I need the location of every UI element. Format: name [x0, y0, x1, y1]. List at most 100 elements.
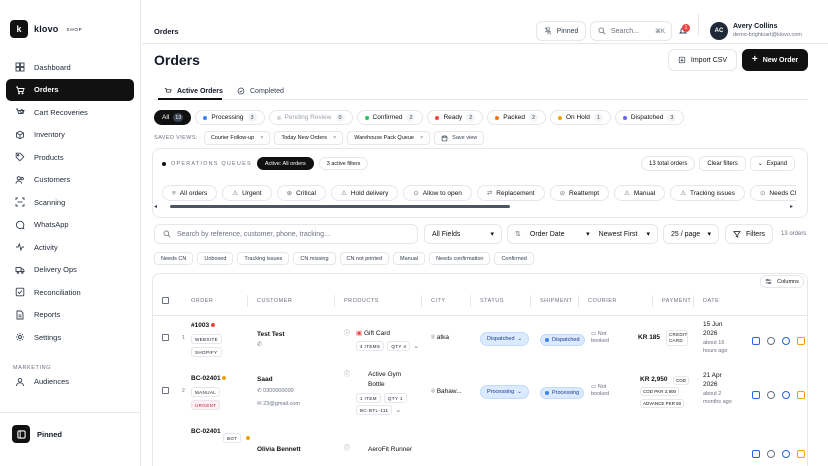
queue-chip-all-orders[interactable]: ≡ All orders — [162, 185, 218, 201]
queue-chip-hold-delivery[interactable]: ⚠ Hold delivery — [330, 185, 399, 201]
scroll-right-icon[interactable]: ▸ — [790, 203, 793, 210]
pinned-toggle-button[interactable]: Pinned — [536, 21, 586, 41]
queue-scrollbar[interactable] — [170, 205, 510, 208]
queue-chip-urgent[interactable]: ⚠ Urgent — [222, 185, 272, 201]
sidebar-item-settings[interactable]: Settings — [6, 326, 134, 349]
filters-button[interactable]: Filters — [725, 224, 773, 244]
sidebar-item-cart-recoveries[interactable]: Cart Recoveries — [6, 101, 134, 124]
sidebar-item-reconciliation[interactable]: Reconciliation — [6, 281, 134, 304]
column-header-payment[interactable]: PAYMENT — [662, 298, 691, 304]
import-csv-button[interactable]: Import CSV — [668, 49, 737, 71]
avatar[interactable]: AC — [710, 22, 728, 40]
sidebar-item-audiences[interactable]: Audiences — [6, 371, 134, 394]
customer-name[interactable]: Test Test — [257, 331, 285, 338]
x-circle-icon[interactable] — [767, 391, 775, 399]
status-pill-ready[interactable]: Ready 2 — [427, 110, 484, 125]
pinned-button[interactable]: Pinned — [12, 425, 62, 443]
column-header-city[interactable]: CITY — [431, 298, 446, 304]
column-header-status[interactable]: STATUS — [480, 298, 504, 304]
column-header-customer[interactable]: CUSTOMER — [257, 298, 292, 304]
column-header-courier[interactable]: COURIER — [588, 298, 617, 304]
sidebar-item-whatsapp[interactable]: WhatsApp — [6, 214, 134, 237]
close-icon[interactable]: × — [420, 135, 423, 141]
sidebar-item-delivery-ops[interactable]: Delivery Ops — [6, 259, 134, 282]
global-search[interactable]: Search... ⌘K — [590, 21, 672, 41]
expand-button[interactable]: ⌄ Expand — [749, 156, 796, 171]
status-pill-processing[interactable]: Processing 3 — [195, 110, 265, 125]
saved-view-chip[interactable]: Today New Orders × — [274, 131, 344, 145]
active-filters-badge[interactable]: 3 active filters — [318, 157, 369, 170]
note-icon[interactable] — [797, 337, 805, 345]
saved-view-chip[interactable]: Courier Follow-up × — [203, 131, 271, 145]
chevron-down-icon[interactable]: ⌄ — [395, 406, 401, 414]
tab-active-orders[interactable]: Active Orders — [164, 84, 223, 98]
new-order-button[interactable]: + New Order — [742, 49, 808, 71]
page-size-select[interactable]: 25 / page ▾ — [663, 224, 719, 244]
quick-filter-cn-not-printed[interactable]: CN not printed — [339, 252, 390, 265]
queue-chip-tracking-issues[interactable]: ⚠ Tracking issues — [670, 185, 745, 201]
row-checkbox[interactable] — [162, 334, 169, 341]
sidebar-item-reports[interactable]: Reports — [6, 304, 134, 327]
column-header-shipment[interactable]: SHIPMENT — [540, 298, 572, 304]
customer-name[interactable]: Saad — [257, 376, 273, 383]
notifications-button[interactable]: 1 — [676, 23, 690, 37]
status-pill-dispatched[interactable]: Dispatched 3 — [614, 110, 685, 125]
close-icon[interactable]: × — [333, 135, 336, 141]
status-select[interactable]: Processing ⌄ — [480, 385, 529, 399]
brand-logo[interactable]: k klovo SHOP — [10, 20, 82, 38]
sidebar-item-inventory[interactable]: Inventory — [6, 124, 134, 147]
queue-chip-replacement[interactable]: ⇄ Replacement — [476, 185, 545, 201]
row-checkbox[interactable] — [162, 387, 169, 394]
quick-filter-unboxed[interactable]: Unboxed — [197, 252, 234, 265]
clear-filters-button[interactable]: Clear filters — [699, 156, 746, 171]
status-select[interactable]: Dispatched ⌄ — [480, 332, 530, 346]
quick-filter-manual[interactable]: Manual — [393, 252, 426, 265]
note-icon[interactable] — [797, 450, 805, 458]
quick-filter-needs-confirmation[interactable]: Needs confirmation — [429, 252, 491, 265]
status-pill-on-hold[interactable]: On Hold 1 — [549, 110, 611, 125]
truck-icon[interactable] — [752, 391, 760, 399]
info-icon[interactable]: ⓘ — [344, 328, 350, 337]
scroll-left-icon[interactable]: ◂ — [154, 203, 157, 210]
truck-icon[interactable] — [752, 450, 760, 458]
tab-completed[interactable]: Completed — [237, 84, 284, 98]
info-icon[interactable]: ⓘ — [344, 369, 350, 378]
queue-chip-allow-to-open[interactable]: ⊙ Allow to open — [403, 185, 472, 201]
chat-icon[interactable] — [782, 450, 790, 458]
orders-search-input[interactable]: Search by reference, customer, phone, tr… — [154, 224, 418, 244]
status-pill-pending-review[interactable]: Pending Review 0 — [268, 110, 353, 125]
chat-icon[interactable] — [782, 337, 790, 345]
column-header-date[interactable]: DATE — [703, 298, 719, 304]
x-circle-icon[interactable] — [767, 450, 775, 458]
sidebar-item-orders[interactable]: Orders — [6, 78, 134, 101]
order-id[interactable]: #1003 — [191, 322, 215, 329]
active-queue-badge[interactable]: Active: All orders — [256, 157, 314, 170]
queue-chip-reattempt[interactable]: ⊘ Reattempt — [549, 185, 610, 201]
breadcrumb[interactable]: Orders — [154, 27, 179, 36]
select-all-checkbox[interactable] — [162, 297, 169, 304]
quick-filter-cn-missing[interactable]: CN missing — [293, 252, 336, 265]
info-icon[interactable]: ⓘ — [344, 443, 350, 452]
column-header-order[interactable]: ORDER — [191, 298, 213, 304]
field-select[interactable]: All Fields ▾ — [424, 224, 502, 244]
status-pill-all[interactable]: All 13 — [154, 110, 192, 125]
queue-chip-critical[interactable]: ⊕ Critical — [276, 185, 326, 201]
save-view-button[interactable]: Save view — [434, 131, 485, 145]
queue-chip-manual[interactable]: ⚠ Manual — [614, 185, 666, 201]
queue-chip-needs-cn[interactable]: ⊙Needs CN — [749, 185, 796, 201]
sidebar-item-products[interactable]: Products — [6, 146, 134, 169]
status-pill-packed[interactable]: Packed 2 — [487, 110, 546, 125]
status-badge[interactable]: Processing ⌄ — [480, 385, 529, 399]
column-header-products[interactable]: PRODUCTS — [344, 298, 379, 304]
columns-button[interactable]: Columns — [760, 275, 804, 288]
close-icon[interactable]: × — [260, 135, 263, 141]
order-id[interactable]: BC-02401 — [191, 427, 221, 436]
chat-icon[interactable] — [782, 391, 790, 399]
chevron-down-icon[interactable]: ⌄ — [413, 342, 419, 350]
quick-filter-needs-cn[interactable]: Needs CN — [154, 252, 194, 265]
note-icon[interactable] — [797, 391, 805, 399]
status-pill-confirmed[interactable]: Confirmed 2 — [356, 110, 424, 125]
sort-select[interactable]: ⇅ Order Date ▾ Newest First ▾ — [507, 224, 658, 244]
x-circle-icon[interactable] — [767, 337, 775, 345]
truck-icon[interactable] — [752, 337, 760, 345]
